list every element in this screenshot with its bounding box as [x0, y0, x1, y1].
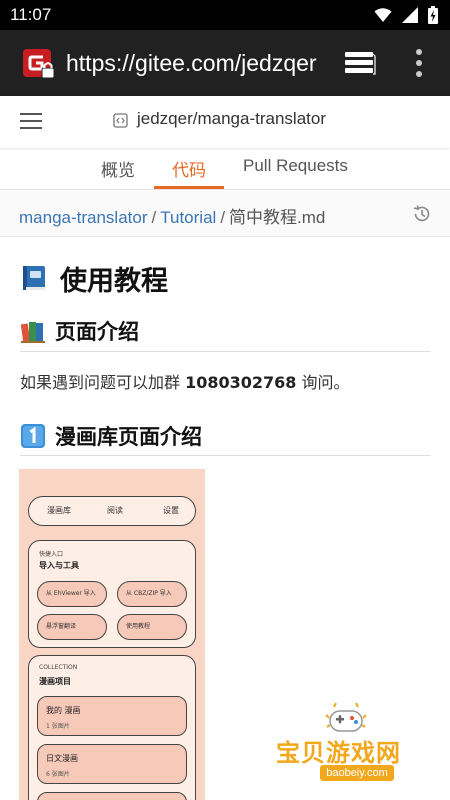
repo-name-link[interactable]: jedzqer/manga-translator	[137, 109, 326, 129]
breadcrumb-separator: /	[220, 208, 226, 227]
breadcrumb-separator: /	[151, 208, 157, 227]
mock-item-my-manga: 我的 漫画 1 张图片	[37, 696, 187, 736]
mock-item-partial	[37, 792, 187, 800]
repo-tabs: 概览 代码 Pull Requests	[0, 150, 450, 190]
breadcrumb: manga-translator / Tutorial / 简中教程.md	[19, 203, 325, 228]
watermark: 宝贝游戏网 baobeiy.com	[276, 701, 426, 786]
mock-nav-library: 漫画库	[47, 506, 71, 515]
wifi-icon	[374, 8, 392, 22]
group-number: 1080302768	[185, 373, 297, 392]
mock-collection-title: 漫画项目	[39, 677, 71, 686]
breadcrumb-current-file: 简中教程.md	[229, 208, 326, 227]
heading-divider	[20, 351, 431, 352]
status-bar: 11:07	[0, 0, 450, 30]
status-icons	[374, 6, 438, 24]
mock-collection-card: COLLECTION 漫画项目 我的 漫画 1 张图片 日文漫画 6 张图片	[28, 655, 196, 800]
mock-btn-cbz: 从 CBZ/ZIP 导入	[117, 581, 187, 607]
status-time: 11:07	[10, 5, 52, 24]
mock-quick-title: 导入与工具	[39, 561, 79, 570]
mock-btn-tutorial: 使用教程	[117, 614, 187, 640]
mock-item-count: 6 张图片	[46, 771, 70, 778]
mock-item-count: 1 张图片	[46, 723, 70, 730]
section-heading-intro: 页面介绍	[20, 316, 139, 346]
blue-book-icon	[23, 266, 45, 290]
signal-icon	[402, 7, 418, 23]
watermark-text: 宝贝游戏网	[276, 739, 401, 767]
browser-toolbar: https://gitee.com/jedzqer	[0, 30, 450, 96]
tab-code[interactable]: 代码	[172, 156, 206, 181]
help-text-after: 询问。	[296, 373, 350, 392]
hamburger-menu-icon[interactable]	[20, 111, 42, 131]
overflow-menu-icon[interactable]	[414, 48, 424, 78]
breadcrumb-folder-link[interactable]: Tutorial	[160, 208, 216, 227]
breadcrumb-repo-link[interactable]: manga-translator	[19, 208, 148, 227]
books-icon	[20, 322, 45, 343]
screen: 11:07 https://gitee.com/jedzqer jedzqer/…	[0, 0, 450, 800]
battery-icon	[428, 6, 438, 24]
keycap-1-icon	[21, 424, 45, 448]
help-text-before: 如果遇到问题可以加群	[20, 373, 186, 392]
mock-item-japanese: 日文漫画 6 张图片	[37, 744, 187, 784]
active-tab-indicator	[154, 186, 224, 189]
mock-btn-float: 悬浮窗翻译	[37, 614, 107, 640]
section-heading-intro-text: 页面介绍	[55, 320, 139, 344]
heading-divider	[20, 455, 431, 456]
mock-nav-settings: 设置	[163, 506, 179, 515]
mock-item-name: 我的 漫画	[46, 706, 81, 715]
doc-title-text: 使用教程	[60, 265, 168, 297]
history-icon[interactable]	[412, 204, 432, 224]
mock-collection-label: COLLECTION	[39, 664, 78, 671]
mock-quick-label: 快捷入口	[39, 551, 64, 558]
mock-quick-card: 快捷入口 导入与工具 从 EhViewer 导入 从 CBZ/ZIP 导入 悬浮…	[28, 540, 196, 648]
mock-item-name: 日文漫画	[46, 754, 78, 763]
watermark-url: baobeiy.com	[320, 765, 394, 781]
repo-header: jedzqer/manga-translator	[0, 96, 450, 148]
mock-nav-read: 阅读	[107, 506, 123, 515]
mock-btn-ehviewer: 从 EhViewer 导入	[37, 581, 107, 607]
tab-overview[interactable]: 概览	[101, 156, 135, 181]
section-heading-library: 漫画库页面介绍	[20, 421, 202, 451]
tabs-icon[interactable]	[344, 50, 376, 76]
mock-nav-bar: 漫画库 阅读 设置	[28, 496, 196, 526]
tab-pull-requests[interactable]: Pull Requests	[243, 156, 348, 176]
code-repo-icon	[113, 113, 128, 128]
library-page-screenshot: 漫画库 阅读 设置 快捷入口 导入与工具 从 EhViewer 导入 从 CBZ…	[19, 469, 205, 800]
gitee-logo-lock-icon[interactable]	[22, 47, 56, 81]
help-paragraph: 如果遇到问题可以加群 1080302768 询问。	[20, 369, 350, 393]
breadcrumb-bar: manga-translator / Tutorial / 简中教程.md	[0, 191, 450, 237]
doc-title: 使用教程	[20, 260, 168, 297]
section-heading-library-text: 漫画库页面介绍	[55, 425, 202, 449]
url-bar[interactable]: https://gitee.com/jedzqer	[66, 48, 324, 78]
